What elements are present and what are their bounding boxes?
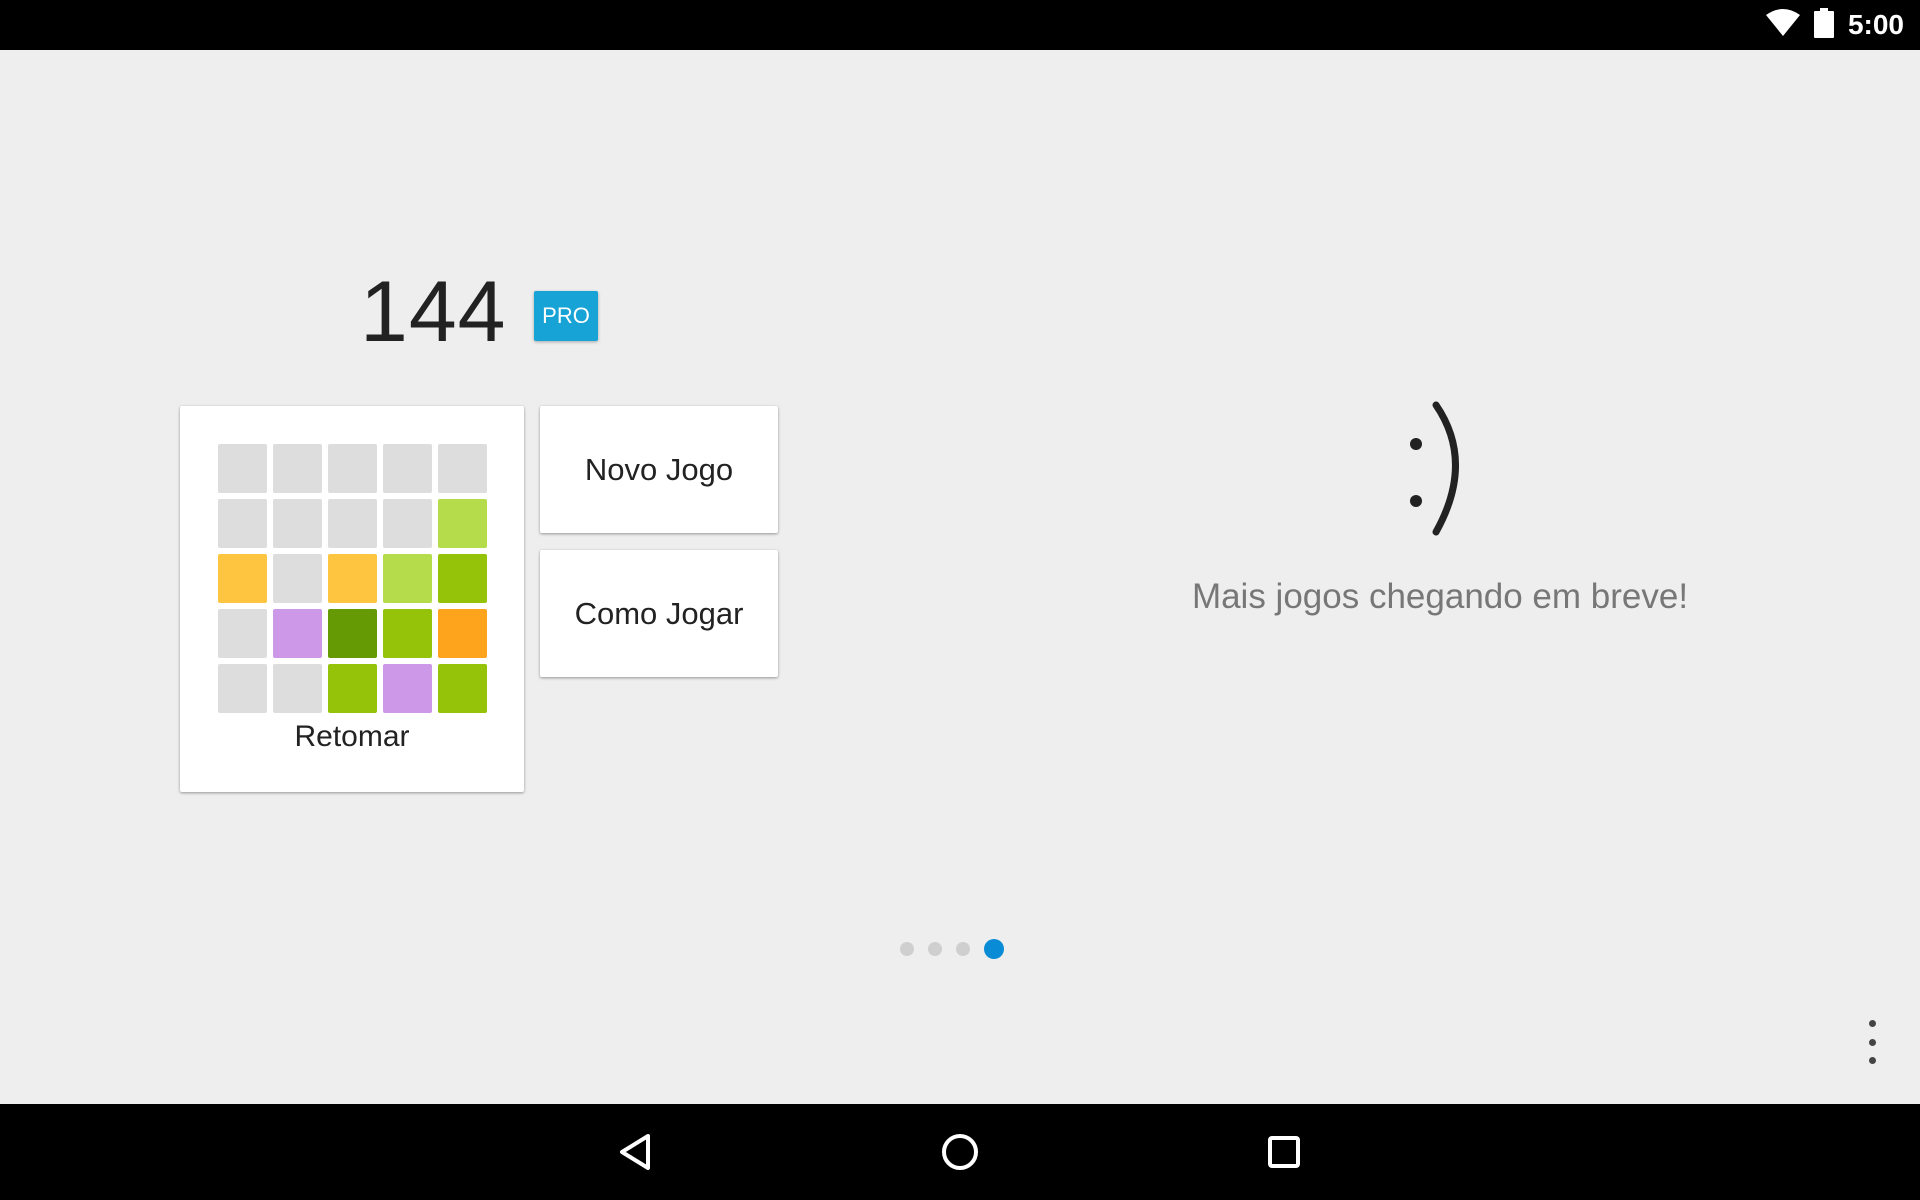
resume-button[interactable]: Retomar [180, 406, 524, 792]
overflow-menu-icon[interactable] [1858, 1020, 1886, 1064]
wifi-icon [1765, 8, 1800, 42]
grid-cell [218, 444, 267, 493]
page-dot[interactable] [928, 942, 942, 956]
pro-badge[interactable]: PRO [534, 291, 598, 341]
smiley-icon [1410, 401, 1459, 536]
grid-cell [273, 664, 322, 713]
grid-cell [218, 499, 267, 548]
score-value: 144 [360, 264, 507, 360]
grid-cell [383, 554, 432, 603]
grid-cell [438, 664, 487, 713]
grid-cell [273, 609, 322, 658]
grid-cell [328, 554, 377, 603]
grid-cell [218, 609, 267, 658]
page-dot[interactable] [956, 942, 970, 956]
grid-cell [383, 499, 432, 548]
grid-cell [273, 444, 322, 493]
recents-icon[interactable] [1260, 1128, 1308, 1176]
navigation-bar [0, 1104, 1920, 1200]
how-to-play-button[interactable]: Como Jogar [540, 550, 778, 677]
game-preview-grid [218, 444, 487, 713]
battery-icon [1813, 7, 1834, 43]
grid-cell [438, 499, 487, 548]
grid-cell [438, 609, 487, 658]
grid-cell [328, 444, 377, 493]
grid-cell [383, 444, 432, 493]
grid-cell [273, 554, 322, 603]
coming-soon-text: Mais jogos chegando em breve! [1191, 577, 1689, 616]
page-dot[interactable] [900, 942, 914, 956]
grid-cell [328, 499, 377, 548]
back-icon[interactable] [612, 1128, 660, 1176]
grid-cell [383, 609, 432, 658]
grid-cell [218, 554, 267, 603]
page-dot[interactable] [984, 939, 1004, 959]
new-game-label: Novo Jogo [584, 451, 734, 487]
grid-cell [328, 609, 377, 658]
status-time: 5:00 [1847, 9, 1904, 40]
grid-cell [438, 554, 487, 603]
page-indicator [900, 939, 1004, 959]
home-icon[interactable] [936, 1128, 984, 1176]
resume-label: Retomar [294, 720, 410, 753]
status-icons: 5:00 [1765, 0, 1904, 50]
grid-cell [218, 664, 267, 713]
status-bar: 5:00 [0, 0, 1920, 50]
new-game-button[interactable]: Novo Jogo [540, 406, 778, 533]
how-to-play-label: Como Jogar [574, 595, 744, 631]
grid-cell [273, 499, 322, 548]
grid-cell [383, 664, 432, 713]
grid-cell [438, 444, 487, 493]
grid-cell [328, 664, 377, 713]
